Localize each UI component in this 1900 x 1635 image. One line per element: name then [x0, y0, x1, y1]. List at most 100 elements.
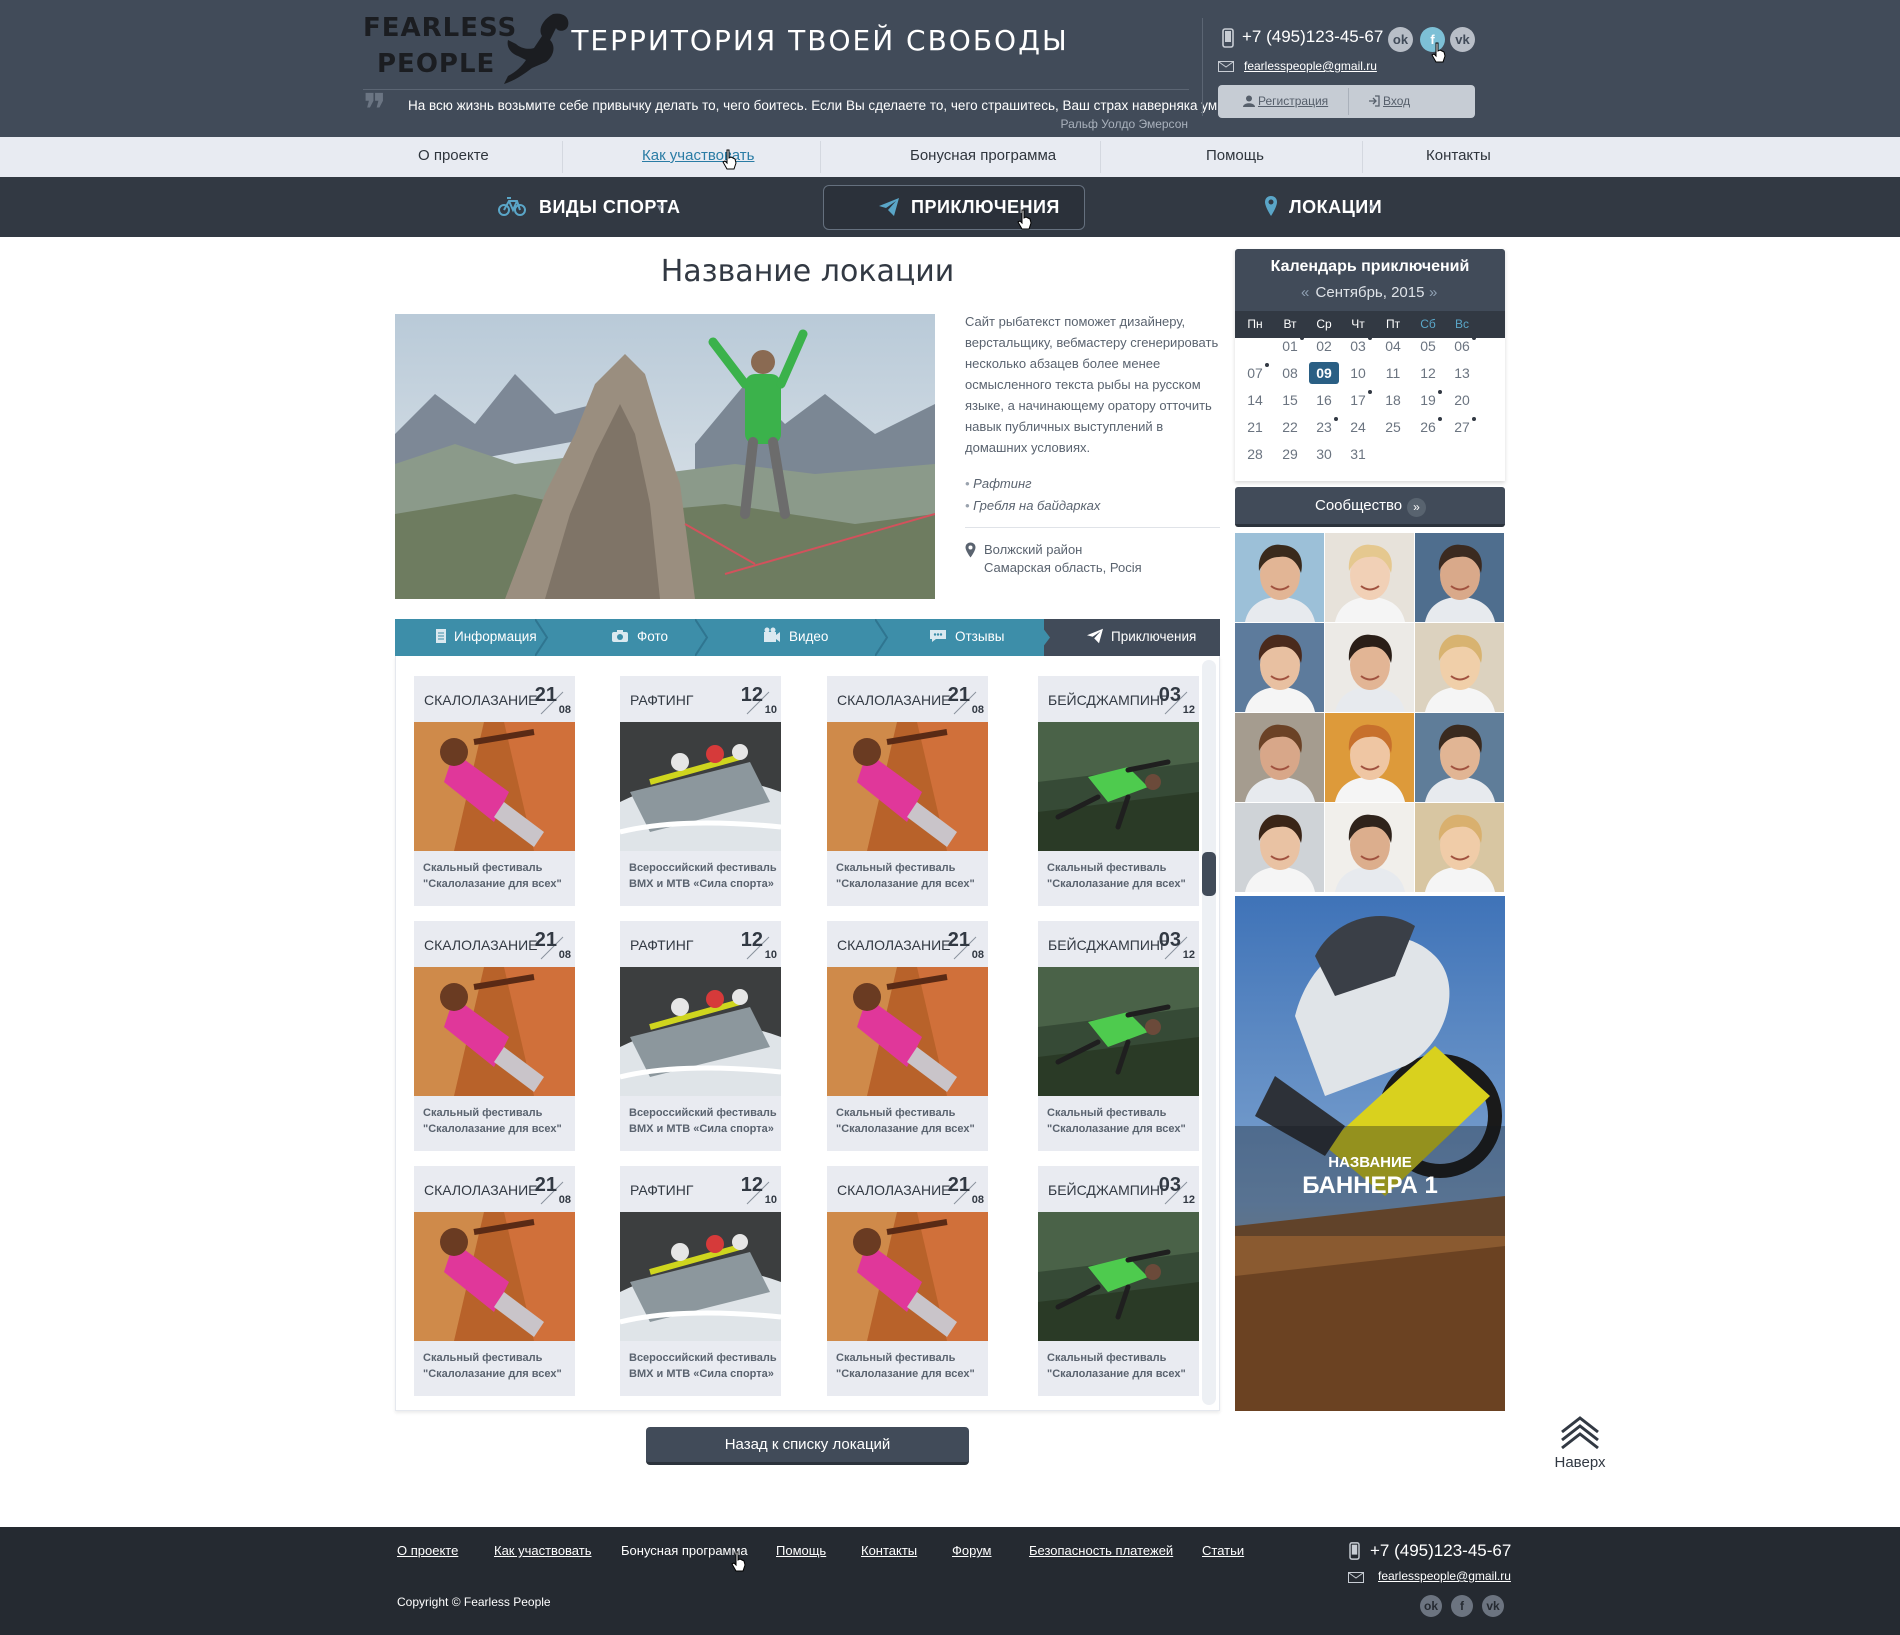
calendar-day[interactable]: 22	[1275, 416, 1305, 438]
adventure-card[interactable]: СКАЛОЛАЗАНИЕ 21 08 Скальный фестиваль "Скало…	[414, 921, 575, 1151]
scroll-to-top-button[interactable]: Наверх	[1550, 1414, 1610, 1474]
calendar-day[interactable]: 04	[1378, 335, 1408, 357]
nav-item-bonus-program[interactable]: Бонусная программа	[910, 147, 1056, 164]
calendar-day[interactable]: 15	[1275, 389, 1305, 411]
tab-information[interactable]: Информация	[454, 629, 537, 644]
card-title[interactable]: Всероссийский фестиваль BMX и MTB «Сила с…	[629, 1350, 777, 1382]
location-tag[interactable]: Рафтинг	[965, 473, 1100, 495]
card-title[interactable]: Всероссийский фестиваль BMX и MTB «Сила с…	[629, 860, 777, 892]
card-title[interactable]: Всероссийский фестиваль BMX и MTB «Сила с…	[629, 1105, 777, 1137]
vk-icon[interactable]: vk	[1450, 27, 1475, 52]
main-nav-adventures[interactable]: ПРИКЛЮЧЕНИЯ	[911, 197, 1060, 218]
login-link[interactable]: Вход	[1383, 94, 1410, 108]
nav-item-help[interactable]: Помощь	[1206, 147, 1264, 164]
grid-scrollbar-thumb[interactable]	[1202, 852, 1216, 896]
card-title[interactable]: Скальный фестиваль "Скалолазание для всех…	[836, 1350, 984, 1382]
adventure-card[interactable]: РАФТИНГ 12 10 Всероссийский фестиваль BMX и …	[620, 921, 781, 1151]
register-link[interactable]: Регистрация	[1258, 94, 1328, 108]
nav-item-about[interactable]: О проекте	[418, 147, 489, 164]
odnoklassniki-icon[interactable]: ok	[1388, 27, 1413, 52]
odnoklassniki-icon[interactable]: ok	[1420, 1595, 1442, 1617]
facebook-icon[interactable]: f	[1451, 1595, 1473, 1617]
footer-link-help[interactable]: Помощь	[776, 1543, 826, 1558]
card-title[interactable]: Скальный фестиваль "Скалолазание для всех…	[423, 860, 571, 892]
card-image-climbing[interactable]	[827, 722, 988, 851]
calendar-day[interactable]: 05	[1413, 335, 1443, 357]
adventure-card[interactable]: БЕЙСДЖАМПИНГ 03 12 Скальный фестиваль "Скало…	[1038, 676, 1199, 906]
tab-photo[interactable]: Фото	[637, 629, 668, 644]
adventure-card[interactable]: РАФТИНГ 12 10 Всероссийский фестиваль BMX и …	[620, 676, 781, 906]
footer-link-how-to-participate[interactable]: Как участвовать	[494, 1543, 591, 1558]
card-image-basejump[interactable]	[1038, 1212, 1199, 1341]
community-button[interactable]: Сообщество »	[1235, 487, 1505, 527]
community-member-avatar[interactable]	[1235, 623, 1324, 712]
nav-item-contacts[interactable]: Контакты	[1426, 147, 1491, 164]
card-image-climbing[interactable]	[414, 722, 575, 851]
community-member-avatar[interactable]	[1325, 533, 1414, 622]
calendar-day[interactable]: 16	[1309, 389, 1339, 411]
adventure-card[interactable]: СКАЛОЛАЗАНИЕ 21 08 Скальный фестиваль "Скало…	[827, 921, 988, 1151]
card-image-climbing[interactable]	[414, 967, 575, 1096]
card-title[interactable]: Скальный фестиваль "Скалолазание для всех…	[836, 860, 984, 892]
location-tag[interactable]: Гребля на байдарках	[965, 495, 1100, 517]
calendar-day[interactable]: 25	[1378, 416, 1408, 438]
calendar-day[interactable]: 21	[1240, 416, 1270, 438]
calendar-day[interactable]: 08	[1275, 362, 1305, 384]
footer-link-forum[interactable]: Форум	[952, 1543, 992, 1558]
card-image-basejump[interactable]	[1038, 967, 1199, 1096]
tab-adventures[interactable]: Приключения	[1111, 629, 1196, 644]
community-member-avatar[interactable]	[1235, 713, 1324, 802]
calendar-day[interactable]: 12	[1413, 362, 1443, 384]
calendar-day[interactable]: 09	[1309, 362, 1339, 384]
adventure-card[interactable]: БЕЙСДЖАМПИНГ 03 12 Скальный фестиваль "Скало…	[1038, 1166, 1199, 1396]
tab-video[interactable]: Видео	[789, 629, 828, 644]
community-member-avatar[interactable]	[1415, 713, 1504, 802]
footer-link-about[interactable]: О проекте	[397, 1543, 458, 1558]
community-member-avatar[interactable]	[1415, 623, 1504, 712]
card-title[interactable]: Скальный фестиваль "Скалолазание для всех…	[1047, 860, 1195, 892]
calendar-day[interactable]: 30	[1309, 443, 1339, 465]
community-member-avatar[interactable]	[1325, 803, 1414, 892]
header-email[interactable]: fearlesspeople@gmail.ru	[1244, 59, 1377, 73]
footer-link-contacts[interactable]: Контакты	[861, 1543, 917, 1558]
card-image-basejump[interactable]	[1038, 722, 1199, 851]
calendar-day[interactable]: 31	[1343, 443, 1373, 465]
grid-scrollbar[interactable]	[1202, 660, 1216, 1405]
calendar-day[interactable]: 14	[1240, 389, 1270, 411]
footer-email[interactable]: fearlesspeople@gmail.ru	[1378, 1569, 1511, 1583]
calendar-day[interactable]: 29	[1275, 443, 1305, 465]
footer-link-articles[interactable]: Статьи	[1202, 1543, 1244, 1558]
adventure-card[interactable]: СКАЛОЛАЗАНИЕ 21 08 Скальный фестиваль "Скало…	[827, 676, 988, 906]
community-member-avatar[interactable]	[1235, 533, 1324, 622]
card-image-climbing[interactable]	[414, 1212, 575, 1341]
calendar-day[interactable]: 11	[1378, 362, 1408, 384]
adventure-card[interactable]: СКАЛОЛАЗАНИЕ 21 08 Скальный фестиваль "Скало…	[414, 1166, 575, 1396]
card-image-rafting[interactable]	[620, 1212, 781, 1341]
header-phone[interactable]: +7 (495)123-45-67	[1242, 27, 1383, 47]
calendar-day[interactable]: 10	[1343, 362, 1373, 384]
card-title[interactable]: Скальный фестиваль "Скалолазание для всех…	[423, 1105, 571, 1137]
adventure-card[interactable]: СКАЛОЛАЗАНИЕ 21 08 Скальный фестиваль "Скало…	[827, 1166, 988, 1396]
card-image-climbing[interactable]	[827, 967, 988, 1096]
card-title[interactable]: Скальный фестиваль "Скалолазание для всех…	[1047, 1105, 1195, 1137]
footer-link-payment-security[interactable]: Безопасность платежей	[1029, 1543, 1173, 1558]
calendar-day[interactable]: 20	[1447, 389, 1477, 411]
calendar-next-button[interactable]: »	[1429, 284, 1437, 301]
card-title[interactable]: Скальный фестиваль "Скалолазание для всех…	[423, 1350, 571, 1382]
card-title[interactable]: Скальный фестиваль "Скалолазание для всех…	[836, 1105, 984, 1137]
sidebar-banner[interactable]: НАЗВАНИЕ БАННЕРА 1	[1235, 896, 1505, 1411]
tab-reviews[interactable]: Отзывы	[955, 629, 1004, 644]
calendar-day[interactable]: 24	[1343, 416, 1373, 438]
community-member-avatar[interactable]	[1325, 713, 1414, 802]
calendar-day[interactable]: 18	[1378, 389, 1408, 411]
community-member-avatar[interactable]	[1415, 803, 1504, 892]
calendar-day[interactable]: 02	[1309, 335, 1339, 357]
card-image-climbing[interactable]	[827, 1212, 988, 1341]
community-member-avatar[interactable]	[1325, 623, 1414, 712]
card-image-rafting[interactable]	[620, 967, 781, 1096]
adventure-card[interactable]: РАФТИНГ 12 10 Всероссийский фестиваль BMX и …	[620, 1166, 781, 1396]
adventure-card[interactable]: СКАЛОЛАЗАНИЕ 21 08 Скальный фестиваль "Скало…	[414, 676, 575, 906]
vk-icon[interactable]: vk	[1482, 1595, 1504, 1617]
footer-phone[interactable]: +7 (495)123-45-67	[1370, 1541, 1511, 1561]
back-to-locations-button[interactable]: Назад к списку локаций	[646, 1427, 969, 1465]
